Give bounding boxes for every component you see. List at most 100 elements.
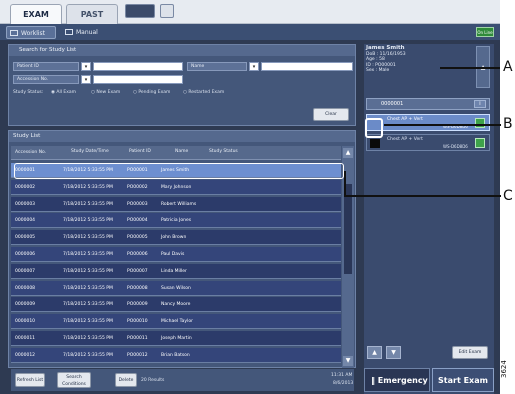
cell-name: Mary Johnson <box>161 184 192 190</box>
online-status-button[interactable]: On Line <box>476 27 494 37</box>
callout-c: C <box>503 188 513 204</box>
cell-study-date: 7/18/2012 5:33:55 PM <box>63 184 113 190</box>
list-icon <box>10 30 18 36</box>
cell-patient-id: PO00012 <box>127 352 148 358</box>
exam-scroll-up-icon[interactable]: ▲ <box>367 346 382 359</box>
cell-name: Joseph Martin <box>161 336 192 341</box>
radio-restarted-exam[interactable]: ○ Restarted Exam <box>183 90 224 95</box>
clock-date: 8/6/2013 <box>333 381 354 386</box>
list-footer: Refresh List Search Conditions Delete 20… <box>11 369 354 391</box>
accession-dropdown[interactable]: ▾ <box>81 75 91 84</box>
name-input[interactable] <box>261 62 353 71</box>
cell-accession: 0000010 <box>15 319 36 325</box>
table-row[interactable]: 0000012 7/18/2012 5:33:55 PM PO00012 Brian … <box>11 347 341 363</box>
tab-worklist[interactable]: Worklist <box>6 26 56 39</box>
tab-past[interactable]: PAST <box>66 4 118 24</box>
exam-item-2-title: Chest AP + Vert <box>387 137 423 142</box>
scroll-thumb[interactable] <box>344 184 352 274</box>
col-patient-id[interactable]: Patient ID <box>129 149 151 154</box>
results-count: 20 Results <box>141 378 165 383</box>
radio-new-exam[interactable]: ○ New Exam <box>91 90 120 95</box>
scroll-up-icon[interactable]: ▲ <box>343 148 353 158</box>
cell-patient-id: PO00002 <box>127 184 148 190</box>
scroll-down-icon[interactable]: ▼ <box>343 356 353 366</box>
emergency-label: Emergency <box>377 376 428 385</box>
accession-info-icon[interactable]: i <box>474 100 486 108</box>
cell-patient-id: PO00006 <box>127 252 148 257</box>
name-dropdown[interactable]: ▾ <box>249 62 259 71</box>
table-row[interactable]: 0000002 7/18/2012 5:33:55 PM PO00002 Mary J… <box>11 179 341 195</box>
cell-name: Susan Wilson <box>161 285 191 291</box>
top-bar: EXAM PAST <box>0 0 500 24</box>
search-panel-title: Search for Study List <box>19 47 77 53</box>
keyboard-icon <box>65 29 73 35</box>
radio-pending-exam[interactable]: ○ Pending Exam <box>133 90 170 95</box>
col-accession[interactable]: Accession No. <box>15 150 46 155</box>
callout-c-line <box>344 195 501 197</box>
exam-item-2[interactable]: Chest AP + Vert WS-D6D8D6 <box>366 134 490 151</box>
edit-exam-button[interactable]: Edit Exam <box>452 346 488 359</box>
table-row[interactable]: 0000010 7/18/2012 5:33:55 PM PO00010 Michae… <box>11 314 341 330</box>
callout-a-line <box>440 67 500 69</box>
table-row[interactable]: 0000007 7/18/2012 5:33:55 PM PO00007 Linda … <box>11 263 341 279</box>
table-row[interactable]: 0000009 7/18/2012 5:33:55 PM PO00009 Nancy … <box>11 297 341 313</box>
cell-study-date: 7/18/2012 5:33:55 PM <box>63 218 113 224</box>
cell-accession: 0000003 <box>15 201 36 207</box>
cell-study-date: 7/18/2012 5:33:55 PM <box>63 201 113 207</box>
refresh-list-button[interactable]: Refresh List <box>15 373 45 387</box>
cell-accession: 0000005 <box>15 235 36 241</box>
table-row[interactable]: 0000004 7/18/2012 5:33:55 PM PO00004 Patric… <box>11 213 341 229</box>
cell-accession: 0000006 <box>15 252 36 257</box>
patient-id-input[interactable] <box>93 62 183 71</box>
table-row[interactable]: 0000008 7/18/2012 5:33:55 PM PO00008 Susan … <box>11 280 341 296</box>
tab-manual[interactable]: Manual <box>62 26 112 39</box>
exam-item-1[interactable]: Chest AP + Vert WS-D6D8D6 <box>366 114 490 131</box>
col-study-status[interactable]: Study Status <box>209 149 238 154</box>
search-conditions-button[interactable]: Search Conditions <box>57 372 91 388</box>
exam-status-green-icon <box>475 138 485 148</box>
table-row[interactable]: 0000011 7/18/2012 5:33:55 PM PO00011 Joseph… <box>11 331 341 346</box>
cell-name: Patricia Jones <box>161 218 192 224</box>
search-panel: Search for Study List Patient ID ▾ Name … <box>8 44 356 126</box>
cell-study-date: 7/18/2012 5:33:55 PM <box>63 352 113 358</box>
printer-icon[interactable] <box>160 4 174 18</box>
exam-scroll-down-icon[interactable]: ▼ <box>386 346 401 359</box>
table-row[interactable]: 0000003 7/18/2012 5:33:55 PM PO00003 Robert… <box>11 196 341 212</box>
tab-manual-label: Manual <box>76 29 98 36</box>
exam-item-2-code: WS-D6D8D6 <box>443 144 468 149</box>
accession-header[interactable]: 0000001 <box>366 98 490 110</box>
selected-row-outline <box>14 163 344 179</box>
table-row[interactable]: 0000006 7/18/2012 5:33:55 PM PO00006 Paul D… <box>11 247 341 262</box>
cell-patient-id: PO00008 <box>127 285 148 291</box>
emergency-button[interactable]: ‖ Emergency <box>364 368 430 392</box>
callout-c-line-vertical <box>344 171 346 196</box>
cell-patient-id: PO00011 <box>127 336 148 341</box>
col-name[interactable]: Name <box>175 149 188 154</box>
col-study-date[interactable]: Study Date/Time <box>71 149 109 154</box>
radio-all-label: All Exam <box>56 90 77 95</box>
table-row[interactable]: 0000005 7/18/2012 5:33:55 PM PO00005 John B… <box>11 230 341 246</box>
cell-accession: 0000008 <box>15 285 36 291</box>
table-header: Accession No. Study Date/Time Patient ID… <box>11 146 341 160</box>
accession-input[interactable] <box>93 75 183 84</box>
tab-exam[interactable]: EXAM <box>10 4 62 24</box>
delete-button[interactable]: Delete <box>115 373 137 387</box>
monitor-icon[interactable] <box>125 4 155 18</box>
name-label: Name <box>187 62 247 71</box>
cell-accession: 0000007 <box>15 268 36 274</box>
patient-id-dropdown[interactable]: ▾ <box>81 62 91 71</box>
start-exam-button[interactable]: Start Exam <box>432 368 494 392</box>
cell-name: Linda Miller <box>161 268 187 274</box>
cell-patient-id: PO00010 <box>127 319 148 325</box>
cell-patient-id: PO00009 <box>127 302 148 308</box>
sub-tab-bar: Worklist Manual On Line <box>0 24 500 40</box>
cell-study-date: 7/18/2012 5:33:55 PM <box>63 336 113 341</box>
radio-all-exam[interactable]: ◉ All Exam <box>51 90 76 95</box>
tab-worklist-label: Worklist <box>21 30 46 37</box>
cell-accession: 0000012 <box>15 352 36 358</box>
patient-id-label: Patient ID <box>13 62 79 71</box>
cell-study-date: 7/18/2012 5:33:55 PM <box>63 235 113 241</box>
clear-button[interactable]: Clear <box>313 108 349 121</box>
cell-accession: 0000011 <box>15 336 36 341</box>
radio-new-label: New Exam <box>96 90 121 95</box>
